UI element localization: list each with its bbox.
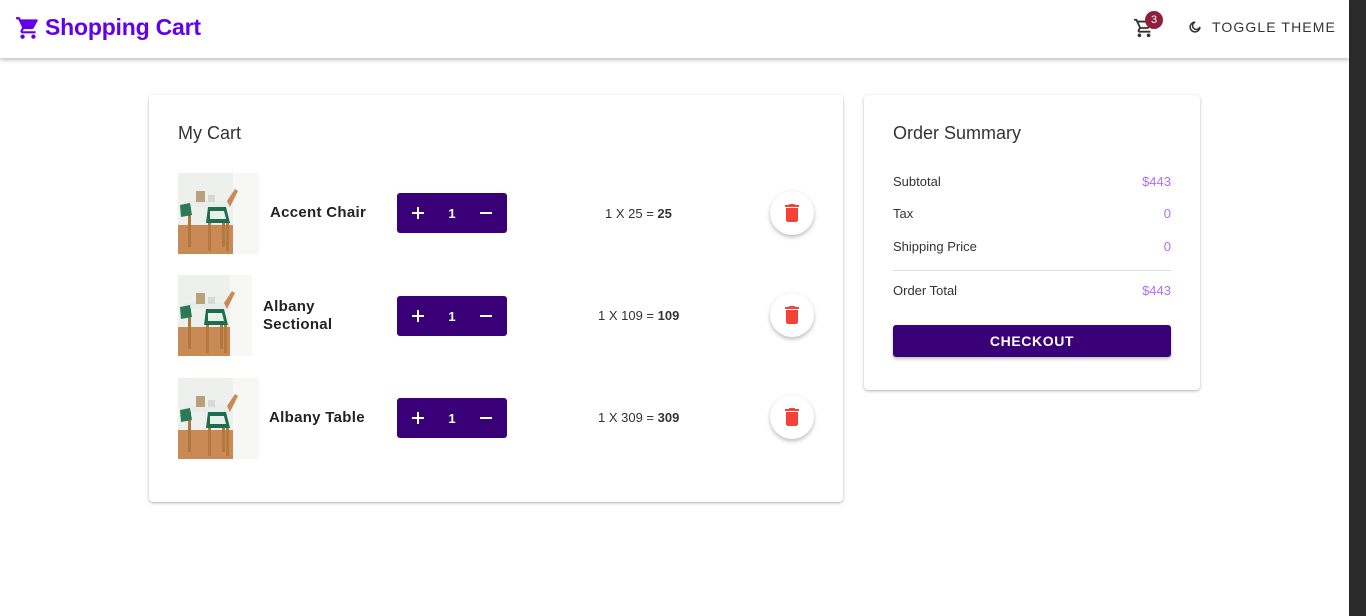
tax-label: Tax xyxy=(893,206,914,221)
cart-item: Albany Table 1 1 X 309 = 309 xyxy=(178,378,818,460)
order-total-label: Order Total xyxy=(893,283,958,298)
cart-title: My Cart xyxy=(178,123,241,143)
minus-icon xyxy=(479,212,492,214)
app-title: Shopping Cart xyxy=(45,14,201,40)
subtotal-label: Subtotal xyxy=(893,174,941,189)
order-total-row: Order Total $443 xyxy=(893,283,1171,298)
toggle-theme-button[interactable]: TOGGLE THEME xyxy=(1186,18,1336,36)
increase-quantity-button[interactable] xyxy=(410,308,426,324)
line-total: 1 X 25 = 25 xyxy=(605,206,672,221)
quantity-stepper: 1 xyxy=(397,398,507,438)
trash-icon xyxy=(785,408,799,426)
shipping-label: Shipping Price xyxy=(893,239,977,254)
order-summary-title: Order Summary xyxy=(893,123,1022,143)
cart-item: Albany Sectional 1 1 X 109 = 109 xyxy=(178,275,818,357)
plus-icon xyxy=(412,207,424,219)
checkout-button[interactable]: CHECKOUT xyxy=(893,325,1171,357)
decrease-quantity-button[interactable] xyxy=(478,410,494,426)
summary-divider xyxy=(893,270,1171,271)
line-total: 1 X 109 = 109 xyxy=(598,308,679,323)
line-total-value: 309 xyxy=(657,410,680,425)
brand[interactable]: Shopping Cart xyxy=(15,14,201,41)
shopping-cart-icon xyxy=(15,15,41,41)
product-image[interactable] xyxy=(178,378,259,459)
quantity-value: 1 xyxy=(448,308,456,324)
subtotal-row: Subtotal $443 xyxy=(893,174,1171,189)
shipping-row: Shipping Price 0 xyxy=(893,239,1171,254)
delete-item-button[interactable] xyxy=(770,293,814,337)
line-expression: 1 X 309 = xyxy=(598,410,658,425)
product-name: Accent Chair xyxy=(270,204,367,221)
quantity-stepper: 1 xyxy=(397,296,507,336)
cart-count-badge: 3 xyxy=(1145,11,1163,29)
quantity-stepper: 1 xyxy=(397,193,507,233)
increase-quantity-button[interactable] xyxy=(410,410,426,426)
quantity-value: 1 xyxy=(448,410,456,426)
minus-icon xyxy=(479,417,492,419)
moon-icon xyxy=(1186,18,1204,36)
trash-icon xyxy=(785,306,799,324)
order-summary-card: Order Summary Subtotal $443 Tax 0 Shippi… xyxy=(864,95,1200,390)
product-name: Albany Sectional xyxy=(263,298,333,333)
delete-item-button[interactable] xyxy=(770,395,814,439)
app-bar: Shopping Cart 3 TOGGLE THEME xyxy=(0,0,1349,58)
shipping-value: 0 xyxy=(1163,239,1171,254)
cart-item: Accent Chair 1 1 X 25 = 25 xyxy=(178,173,818,255)
window-edge xyxy=(1349,0,1366,616)
delete-item-button[interactable] xyxy=(770,191,814,235)
line-expression: 1 X 25 = xyxy=(605,206,658,221)
tax-value: 0 xyxy=(1163,206,1171,221)
order-total-value: $443 xyxy=(1142,283,1171,298)
trash-icon xyxy=(785,204,799,222)
cart-card: My Cart Accent Chair 1 1 X 25 = 25 Alban… xyxy=(149,95,843,502)
plus-icon xyxy=(412,412,424,424)
increase-quantity-button[interactable] xyxy=(410,205,426,221)
decrease-quantity-button[interactable] xyxy=(478,205,494,221)
subtotal-value: $443 xyxy=(1142,174,1171,189)
plus-icon xyxy=(412,310,424,322)
product-name: Albany Table xyxy=(269,409,365,426)
line-total-value: 25 xyxy=(657,206,672,221)
line-total-value: 109 xyxy=(657,308,680,323)
decrease-quantity-button[interactable] xyxy=(478,308,494,324)
quantity-value: 1 xyxy=(448,205,456,221)
product-image[interactable] xyxy=(178,275,252,356)
minus-icon xyxy=(479,315,492,317)
line-expression: 1 X 109 = xyxy=(598,308,658,323)
line-total: 1 X 309 = 309 xyxy=(598,410,679,425)
product-image[interactable] xyxy=(178,173,259,254)
toggle-theme-label: TOGGLE THEME xyxy=(1212,19,1336,35)
tax-row: Tax 0 xyxy=(893,206,1171,221)
